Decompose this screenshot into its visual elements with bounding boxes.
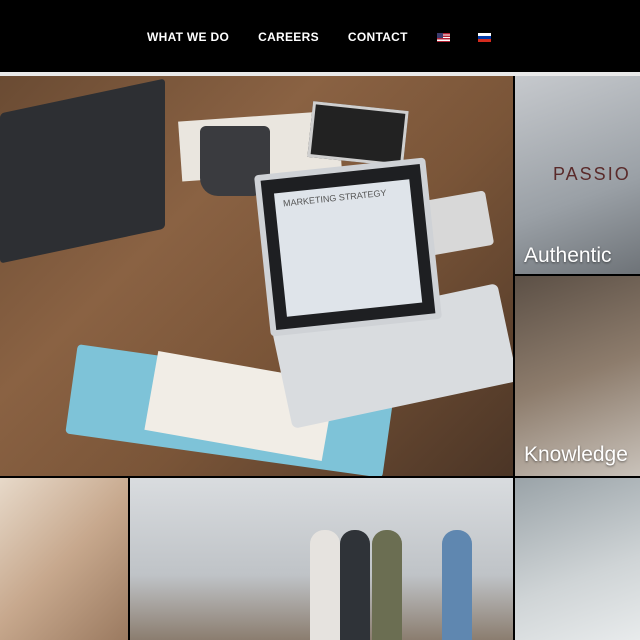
top-navigation-bar: WHAT WE DO CAREERS CONTACT	[0, 0, 640, 72]
tile-label-authentic: Authentic	[524, 244, 612, 267]
authentic-tile[interactable]: PASSIO Authentic	[515, 76, 640, 274]
tile-label-knowledge: Knowledge	[524, 443, 628, 466]
ru-flag-icon[interactable]	[477, 32, 491, 42]
laptop-screen-image: MARKETING STRATEGY	[254, 157, 442, 337]
person-image	[340, 530, 370, 640]
nav-link-what-we-do[interactable]: WHAT WE DO	[147, 30, 229, 44]
person-image	[310, 530, 340, 640]
bottom-image-tile-3[interactable]	[515, 478, 640, 640]
nav-link-contact[interactable]: CONTACT	[348, 30, 408, 44]
screen-content: MARKETING STRATEGY	[273, 179, 423, 317]
screen-text: MARKETING STRATEGY	[282, 187, 387, 209]
bottom-image-tile-1[interactable]	[0, 478, 128, 640]
person-image	[442, 530, 472, 640]
nav-link-careers[interactable]: CAREERS	[258, 30, 319, 44]
us-flag-icon[interactable]	[436, 32, 450, 42]
person-image	[372, 530, 402, 640]
bottom-image-tile-2[interactable]	[130, 478, 513, 640]
tablet-image	[307, 101, 409, 167]
main-nav: WHAT WE DO CAREERS CONTACT	[147, 30, 519, 44]
knowledge-tile[interactable]: Knowledge	[515, 276, 640, 476]
hero-image-tile[interactable]: MARKETING STRATEGY	[0, 76, 513, 476]
laptop-image	[0, 78, 165, 264]
passion-sign-text: PASSIO	[553, 164, 631, 184]
